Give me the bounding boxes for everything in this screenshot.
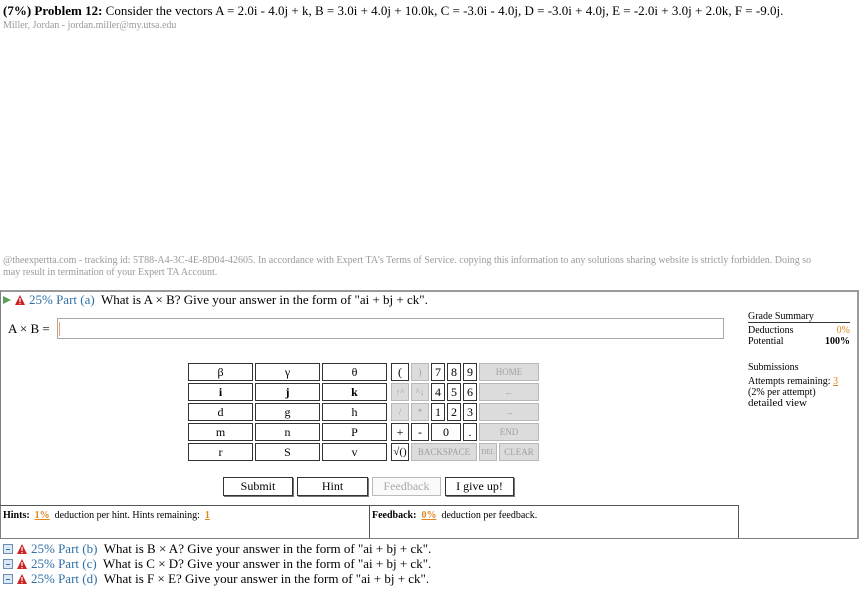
hints-label: Hints: bbox=[3, 510, 30, 521]
part-d-row[interactable]: 25% Part (d) What is F × E? Give your an… bbox=[3, 571, 429, 587]
clear-key[interactable]: CLEAR bbox=[499, 443, 539, 461]
part-c-row[interactable]: 25% Part (c) What is C × D? Give your an… bbox=[3, 556, 431, 572]
part-b-percent: 25% Part (b) bbox=[31, 541, 98, 556]
symbol-key[interactable]: g bbox=[255, 403, 320, 421]
digit-key[interactable]: 3 bbox=[463, 403, 477, 421]
home-key[interactable]: HOME bbox=[479, 363, 539, 381]
zero-key[interactable]: 0 bbox=[431, 423, 461, 441]
symbol-key[interactable]: S bbox=[255, 443, 320, 461]
digit-key[interactable]: 8 bbox=[447, 363, 461, 381]
tracking-notice: @theexpertta.com - tracking id: 5T88-A4-… bbox=[3, 255, 812, 278]
symbol-key[interactable]: v bbox=[322, 443, 387, 461]
left-arrow-key[interactable]: ← bbox=[479, 383, 539, 401]
symbol-key[interactable]: θ bbox=[322, 363, 387, 381]
symbol-key[interactable]: i bbox=[188, 383, 253, 401]
right-arrow-key[interactable]: → bbox=[479, 403, 539, 421]
hints-remaining: 1 bbox=[204, 510, 210, 521]
potential-value: 100% bbox=[825, 336, 850, 347]
problem-statement: (7%) Problem 12: Consider the vectors A … bbox=[3, 3, 783, 19]
multiply-key[interactable]: * bbox=[411, 403, 429, 421]
feedback-deduction: 0% bbox=[421, 510, 437, 521]
part-b-row[interactable]: 25% Part (b) What is B × A? Give your an… bbox=[3, 541, 431, 557]
play-icon bbox=[3, 296, 11, 304]
collapse-icon[interactable] bbox=[3, 544, 13, 554]
symbol-key[interactable]: j bbox=[255, 383, 320, 401]
end-key[interactable]: END bbox=[479, 423, 539, 441]
grade-summary-title: Grade Summary bbox=[748, 311, 814, 322]
warning-icon bbox=[17, 544, 27, 554]
part-d-question: What is F × E? Give your answer in the f… bbox=[103, 571, 430, 586]
give-up-button[interactable]: I give up! bbox=[445, 477, 514, 496]
attempts-row: Attempts remaining: 3 bbox=[748, 376, 838, 387]
symbol-key[interactable]: k bbox=[322, 383, 387, 401]
symbol-pad: β γ θ i j k d g h m n P r S v bbox=[186, 361, 389, 463]
answer-label: A × B = bbox=[8, 321, 50, 336]
del-key[interactable]: DEL bbox=[479, 443, 497, 461]
symbol-key[interactable]: m bbox=[188, 423, 253, 441]
digit-key[interactable]: 6 bbox=[463, 383, 477, 401]
digit-key[interactable]: 2 bbox=[447, 403, 461, 421]
warning-icon bbox=[17, 559, 27, 569]
hint-button[interactable]: Hint bbox=[297, 477, 368, 496]
submissions-title: Submissions bbox=[748, 362, 799, 373]
digit-key[interactable]: 9 bbox=[463, 363, 477, 381]
dot-key[interactable]: . bbox=[463, 423, 477, 441]
sqrt-key[interactable]: √() bbox=[391, 443, 409, 461]
part-a-header[interactable]: 25% Part (a) What is A × B? Give your an… bbox=[3, 292, 428, 308]
symbol-key[interactable]: r bbox=[188, 443, 253, 461]
digit-key[interactable]: 7 bbox=[431, 363, 445, 381]
part-d-percent: 25% Part (d) bbox=[31, 571, 98, 586]
attempts-label: Attempts remaining: bbox=[748, 376, 831, 387]
collapse-icon[interactable] bbox=[3, 574, 13, 584]
attempts-value: 3 bbox=[833, 376, 838, 387]
close-paren-key[interactable]: ) bbox=[411, 363, 429, 381]
symbol-key[interactable]: h bbox=[322, 403, 387, 421]
open-paren-key[interactable]: ( bbox=[391, 363, 409, 381]
part-a-question: What is A × B? Give your answer in the f… bbox=[100, 292, 428, 307]
symbol-key[interactable]: n bbox=[255, 423, 320, 441]
digit-key[interactable]: 4 bbox=[431, 383, 445, 401]
subscript-key[interactable]: ^↓ bbox=[411, 383, 429, 401]
superscript-key[interactable]: ↑^ bbox=[391, 383, 409, 401]
digit-key[interactable]: 5 bbox=[447, 383, 461, 401]
part-c-percent: 25% Part (c) bbox=[31, 556, 97, 571]
warning-icon bbox=[15, 295, 25, 305]
feedback-button[interactable]: Feedback bbox=[372, 477, 441, 496]
answer-input[interactable] bbox=[57, 318, 724, 339]
hints-text: deduction per hint. Hints remaining: bbox=[54, 510, 200, 521]
problem-number: Problem 12: bbox=[34, 3, 103, 18]
backspace-key[interactable]: BACKSPACE bbox=[411, 443, 477, 461]
feedback-text: deduction per feedback. bbox=[441, 510, 538, 521]
student-info: Miller, Jordan - jordan.miller@my.utsa.e… bbox=[3, 20, 177, 31]
minus-key[interactable]: - bbox=[411, 423, 429, 441]
plus-key[interactable]: + bbox=[391, 423, 409, 441]
grade-summary-divider bbox=[748, 322, 850, 323]
potential-label: Potential bbox=[748, 336, 784, 347]
symbol-key[interactable]: γ bbox=[255, 363, 320, 381]
numeric-keypad: ( ) 7 8 9 HOME ↑^ ^↓ 4 5 6 ← / * 1 2 3 →… bbox=[389, 361, 541, 463]
potential-row: Potential 100% bbox=[748, 336, 850, 347]
problem-text: Consider the vectors A = 2.0i - 4.0j + k… bbox=[105, 3, 784, 18]
feedback-label: Feedback: bbox=[372, 510, 417, 521]
hint-deduction: 1% bbox=[34, 510, 50, 521]
deductions-value: 0% bbox=[836, 325, 850, 336]
text-caret bbox=[59, 322, 60, 336]
warning-icon bbox=[17, 574, 27, 584]
deductions-label: Deductions bbox=[748, 325, 794, 336]
feedback-info: Feedback: 0% deduction per feedback. bbox=[372, 510, 537, 521]
collapse-icon[interactable] bbox=[3, 559, 13, 569]
digit-key[interactable]: 1 bbox=[431, 403, 445, 421]
part-b-question: What is B × A? Give your answer in the f… bbox=[103, 541, 432, 556]
symbol-key[interactable]: d bbox=[188, 403, 253, 421]
symbol-key[interactable]: P bbox=[322, 423, 387, 441]
part-c-question: What is C × D? Give your answer in the f… bbox=[102, 556, 432, 571]
hints-info: Hints: 1% deduction per hint. Hints rema… bbox=[3, 510, 210, 521]
symbol-key[interactable]: β bbox=[188, 363, 253, 381]
detailed-view-link[interactable]: detailed view bbox=[748, 398, 807, 409]
deductions-row: Deductions 0% bbox=[748, 325, 850, 336]
problem-weight: (7%) bbox=[3, 3, 32, 18]
divide-key[interactable]: / bbox=[391, 403, 409, 421]
part-a-percent: 25% Part (a) bbox=[29, 292, 95, 307]
submit-button[interactable]: Submit bbox=[223, 477, 293, 496]
